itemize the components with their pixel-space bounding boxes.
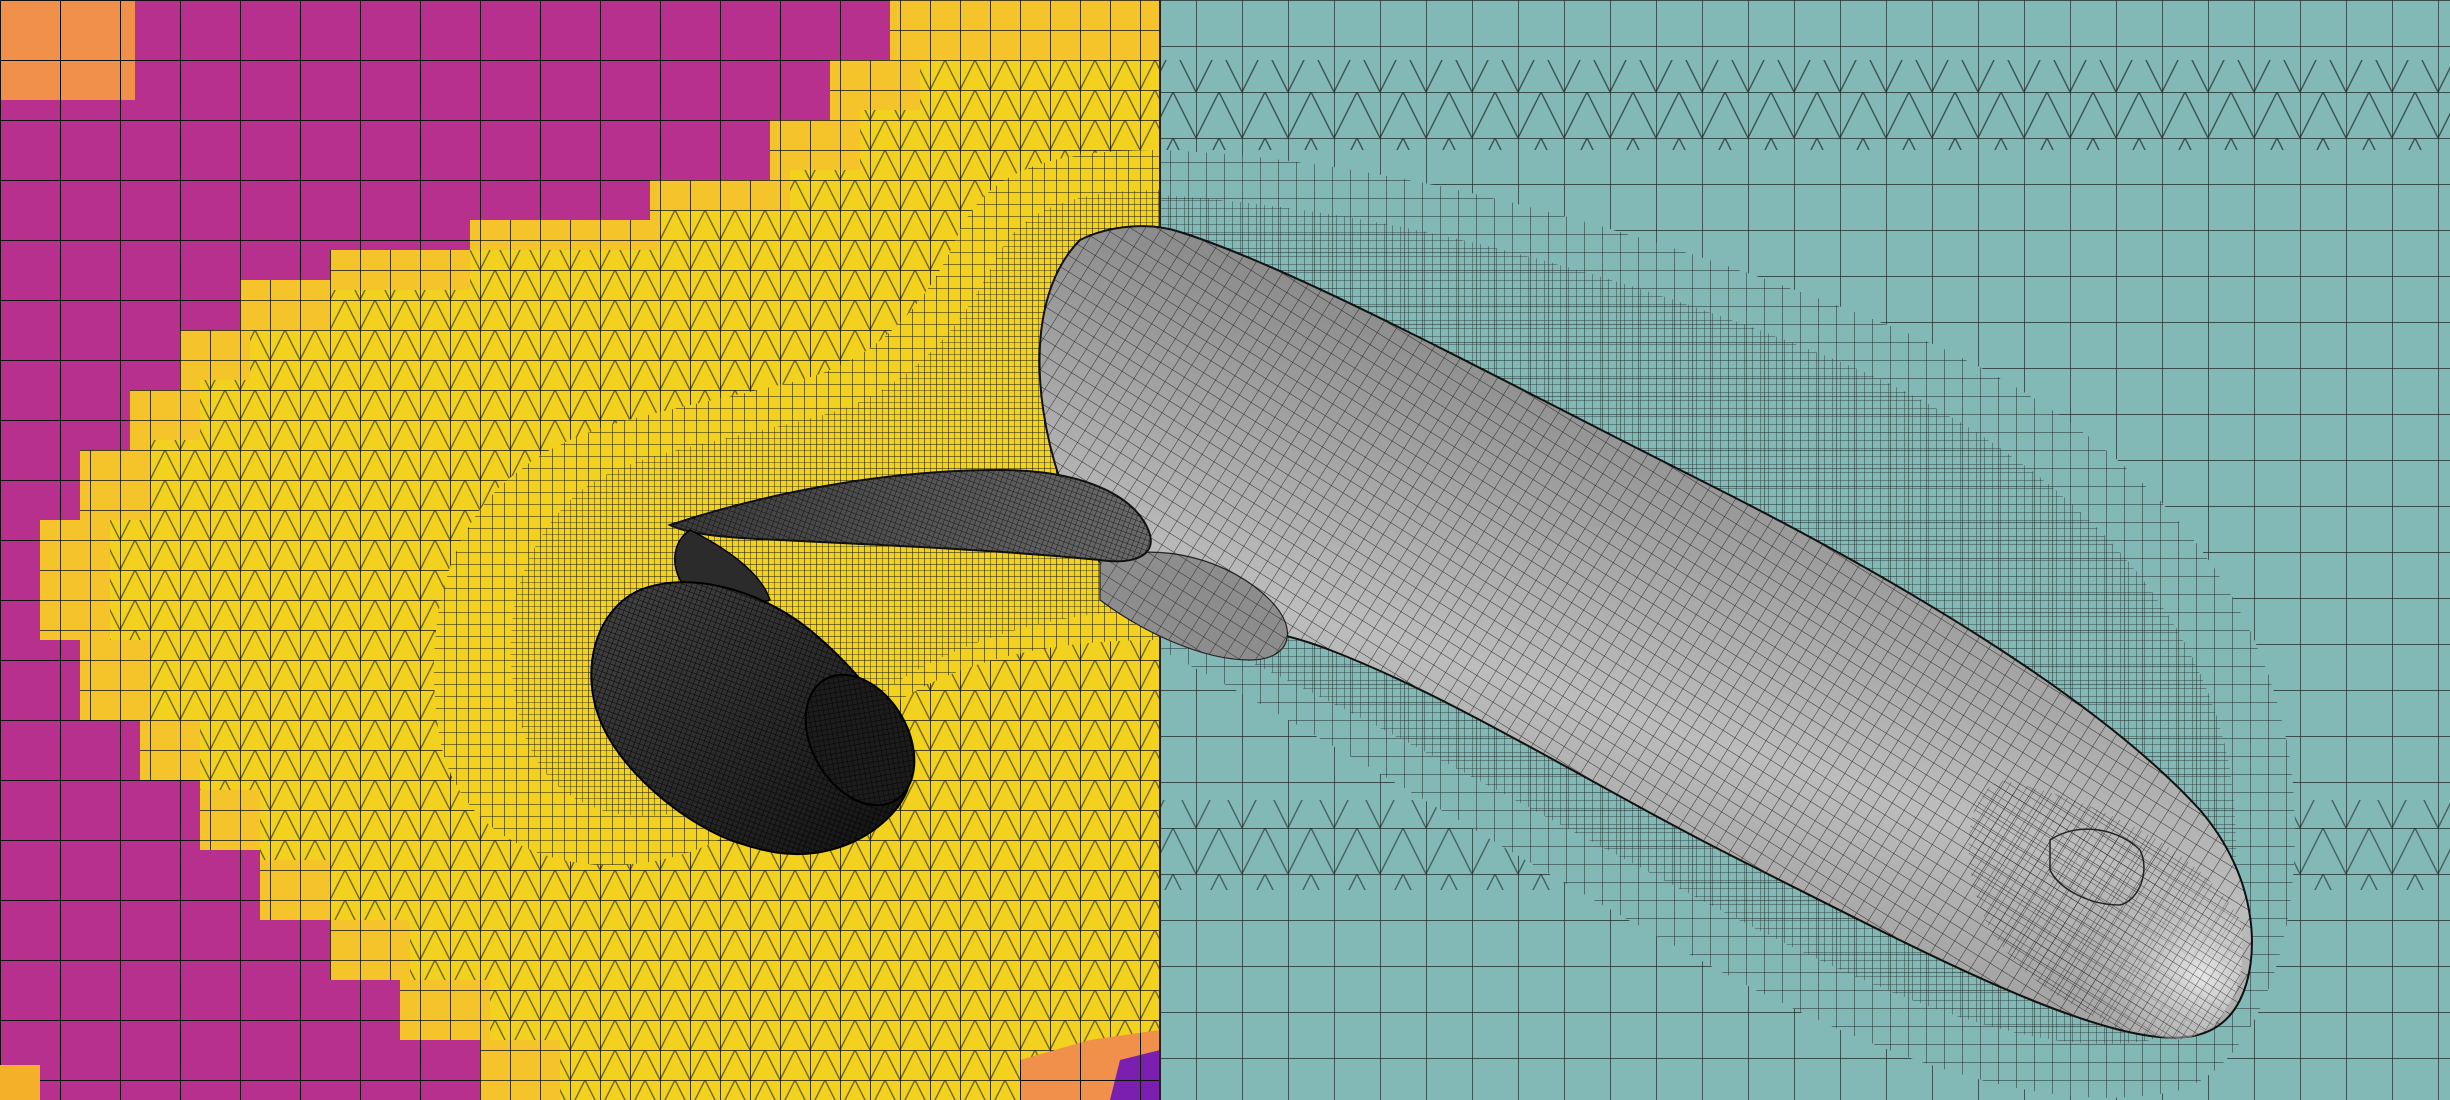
corner-cell-bottom-left: [0, 1065, 40, 1100]
mesh-viewport[interactable]: [0, 0, 2450, 1100]
mesh-scene: [0, 0, 2450, 1100]
